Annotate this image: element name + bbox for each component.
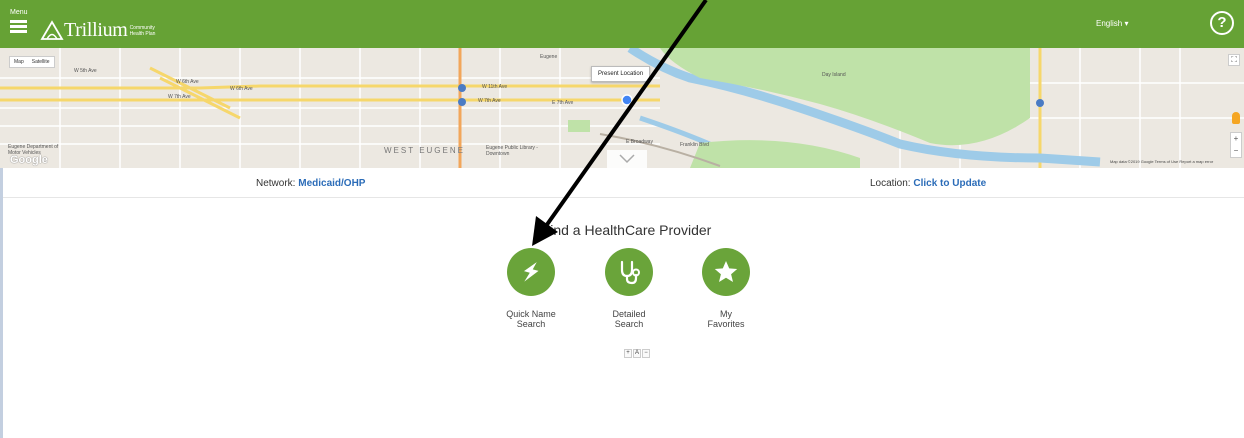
quick-name-search-button[interactable]: Quick Name Search: [498, 248, 564, 329]
location-info: Location: Click to Update: [870, 178, 986, 189]
detailed-search-button[interactable]: Detailed Search: [596, 248, 662, 329]
map-label: W 11th Ave: [482, 84, 508, 90]
fullscreen-icon[interactable]: ⛶: [1228, 54, 1240, 66]
network-label: Network:: [256, 178, 296, 189]
google-logo: Google: [10, 154, 48, 166]
map-label: Franklin Blvd: [680, 142, 709, 148]
left-scroll-edge: [0, 168, 3, 438]
map-collapse-tab[interactable]: [607, 150, 647, 168]
star-icon: [702, 248, 750, 296]
font-size-controls: + A −: [624, 349, 650, 358]
language-selector[interactable]: English ▾: [1096, 19, 1128, 28]
present-location-popup[interactable]: Present Location: [591, 66, 651, 82]
map-label: E Broadway: [626, 139, 653, 145]
app-header: Menu Trillium Community Health Plan Engl…: [0, 0, 1244, 48]
location-label: Location:: [870, 178, 911, 189]
font-increase-button[interactable]: +: [624, 349, 632, 358]
info-bar: Network: Medicaid/OHP Location: Click to…: [0, 168, 1244, 198]
location-map[interactable]: Map Satellite Present Location W 5th Ave…: [0, 48, 1244, 168]
map-label: W 7th Ave: [168, 94, 191, 100]
map-label: W 6th Ave: [176, 79, 199, 85]
menu-button[interactable]: Menu: [10, 9, 32, 39]
hamburger-icon: [10, 20, 32, 33]
logo-wordmark: Trillium: [64, 19, 128, 41]
help-icon[interactable]: ?: [1210, 11, 1234, 35]
street-view-pegman-icon[interactable]: [1232, 112, 1240, 124]
lightning-icon: [507, 248, 555, 296]
network-link[interactable]: Medicaid/OHP: [298, 178, 365, 189]
map-type-satellite[interactable]: Satellite: [28, 57, 54, 67]
map-label: W 7th Ave: [478, 98, 501, 104]
font-decrease-button[interactable]: −: [642, 349, 650, 358]
menu-label: Menu: [10, 9, 28, 16]
page-title: Find a HealthCare Provider: [541, 222, 712, 238]
my-favorites-label: My Favorites: [707, 309, 745, 329]
map-label: WEST EUGENE: [384, 146, 465, 155]
font-reset-button[interactable]: A: [633, 349, 641, 358]
map-type-toggle[interactable]: Map Satellite: [9, 56, 55, 68]
zoom-out-button[interactable]: −: [1231, 145, 1241, 157]
quick-name-search-label: Quick Name Search: [506, 309, 556, 329]
stethoscope-icon: [605, 248, 653, 296]
trillium-leaf-icon: [40, 20, 64, 40]
map-type-map[interactable]: Map: [10, 57, 28, 67]
network-info: Network: Medicaid/OHP: [256, 178, 365, 189]
map-footer[interactable]: Map data ©2019 Google Terms of Use Repor…: [1110, 159, 1213, 164]
map-label: W 5th Ave: [74, 68, 97, 74]
search-options: Quick Name Search Detailed Search My Fav…: [498, 248, 764, 338]
zoom-in-button[interactable]: +: [1231, 133, 1241, 145]
map-label: Day Island: [822, 72, 846, 78]
map-label: Eugene Public Library - Downtown: [486, 145, 538, 157]
location-update-link[interactable]: Click to Update: [913, 178, 986, 189]
my-favorites-button[interactable]: My Favorites: [693, 248, 759, 329]
map-label: E 7th Ave: [552, 100, 574, 106]
chevron-down-icon: [619, 154, 635, 164]
logo-subtitle: Community Health Plan: [129, 25, 156, 37]
map-label: W 6th Ave: [230, 86, 253, 92]
map-label: Eugene: [540, 54, 558, 60]
trillium-logo[interactable]: Trillium Community Health Plan: [40, 14, 164, 40]
detailed-search-label: Detailed Search: [612, 309, 646, 329]
map-zoom-control[interactable]: + −: [1230, 132, 1242, 158]
